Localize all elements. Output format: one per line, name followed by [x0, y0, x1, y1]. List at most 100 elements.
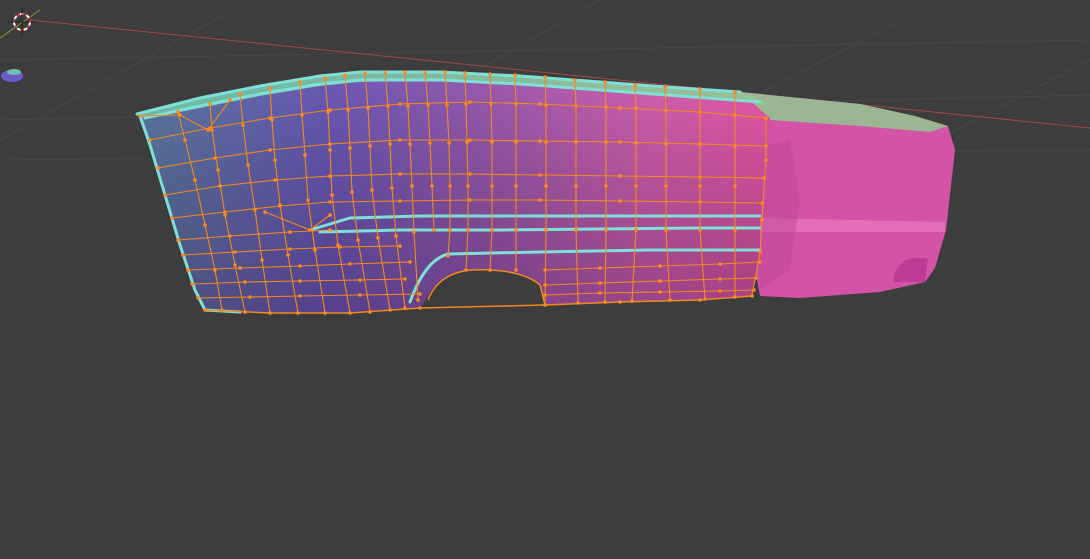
3d-viewport[interactable]: [0, 0, 1090, 559]
mesh-vertex: [328, 228, 332, 232]
mesh-vertex: [658, 279, 662, 283]
mesh-vertex: [323, 76, 327, 80]
mesh-vertex: [298, 80, 302, 84]
mesh-vertex: [466, 184, 470, 188]
mesh-vertex: [278, 203, 282, 207]
mesh-vertex: [243, 280, 247, 284]
mesh-vertex: [574, 228, 578, 232]
mesh-vertex: [398, 138, 402, 142]
mesh-vertex: [412, 230, 416, 234]
mesh-vertex: [350, 190, 354, 194]
mesh-vertex: [618, 140, 622, 144]
mesh-vertex: [398, 102, 402, 106]
mesh-vertex: [698, 298, 702, 302]
mesh-vertex: [270, 118, 274, 122]
mesh-vertex: [733, 228, 737, 232]
mesh-vertex: [210, 128, 214, 132]
mesh-vertex: [762, 176, 766, 180]
mesh-vertex: [758, 260, 762, 264]
mesh-vertex: [514, 228, 518, 232]
mesh-vertex: [328, 200, 332, 204]
mesh-vertex: [464, 102, 468, 106]
mesh-vertex: [213, 268, 217, 272]
mesh-vertex: [288, 247, 292, 251]
mesh-vertex: [544, 140, 548, 144]
mesh-vertex: [733, 113, 737, 117]
mesh-vertex: [416, 298, 420, 302]
mesh-vertex: [394, 234, 398, 238]
mesh-vertex: [576, 301, 580, 305]
mesh-vertex: [426, 103, 430, 107]
mesh-vertex: [253, 208, 257, 212]
mesh-vertex: [490, 140, 494, 144]
mesh-vertex: [268, 86, 272, 90]
mesh-vertex: [216, 168, 220, 172]
mesh-vertex: [196, 296, 200, 300]
mesh-vertex: [466, 228, 470, 232]
mesh-vertex: [543, 293, 547, 297]
mesh-vertex: [430, 184, 434, 188]
mesh-vertex: [758, 250, 762, 254]
mesh-vertex: [668, 298, 672, 302]
mesh-vertex: [346, 108, 350, 112]
mesh-vertex: [181, 253, 185, 257]
mesh-vertex: [634, 106, 638, 110]
mesh-vertex: [288, 230, 292, 234]
mesh-vertex: [514, 268, 518, 272]
mesh-vertex: [447, 141, 451, 145]
mesh-vertex: [206, 128, 210, 132]
mesh-vertex: [298, 294, 302, 298]
mesh-vertex: [398, 244, 402, 248]
mesh-vertex: [220, 308, 224, 312]
mesh-vertex: [718, 277, 722, 281]
mesh-vertex: [465, 140, 469, 144]
mesh-vertex: [348, 311, 352, 315]
mesh-vertex: [544, 184, 548, 188]
mesh-vertex: [268, 311, 272, 315]
mesh-vertex: [326, 110, 330, 114]
mesh-vertex: [445, 103, 449, 107]
mesh-vertex: [223, 213, 227, 217]
mesh-vertex: [330, 193, 334, 197]
3d-cursor-icon[interactable]: [8, 8, 36, 36]
mesh-vertex: [193, 178, 197, 182]
mesh-vertex: [574, 104, 578, 108]
mesh-vertex: [403, 306, 407, 310]
mesh-vertex: [328, 142, 332, 146]
mesh-vertex: [323, 311, 327, 315]
mesh-vertex: [213, 156, 217, 160]
mesh-vertex: [514, 102, 518, 106]
mesh-vertex: [718, 289, 722, 293]
mesh-vertex: [698, 200, 702, 204]
mesh-vertex: [408, 142, 412, 146]
mesh-vertex: [388, 308, 392, 312]
mesh-vertex: [418, 292, 422, 296]
mesh-vertex: [446, 254, 450, 258]
mesh-vertex: [634, 184, 638, 188]
mesh-vertex: [598, 291, 602, 295]
mesh-vertex: [618, 174, 622, 178]
mesh-vertex: [268, 148, 272, 152]
mesh-vertex: [363, 71, 367, 75]
mesh-vertex: [574, 184, 578, 188]
mesh-vertex: [432, 228, 436, 232]
mesh-vertex: [358, 293, 362, 297]
mesh-vertex: [573, 78, 577, 82]
mesh-vertex: [598, 266, 602, 270]
mesh-vertex: [348, 146, 352, 150]
mesh-vertex: [489, 102, 493, 106]
mesh-vertex: [634, 228, 638, 232]
mesh-vertex: [468, 138, 472, 142]
mesh-vertex: [273, 158, 277, 162]
mesh-vertex: [543, 283, 547, 287]
mesh-vertex: [156, 166, 160, 170]
mesh-vertex: [238, 266, 242, 270]
mesh-vertex: [658, 290, 662, 294]
mesh-vertex: [760, 218, 764, 222]
mesh-vertex: [418, 306, 422, 310]
object-origin-icon[interactable]: [1, 69, 23, 82]
mesh-vertex: [183, 138, 187, 142]
mesh-vertex: [513, 73, 517, 77]
mesh-vertex: [241, 123, 245, 127]
mesh-vertex: [760, 201, 764, 205]
